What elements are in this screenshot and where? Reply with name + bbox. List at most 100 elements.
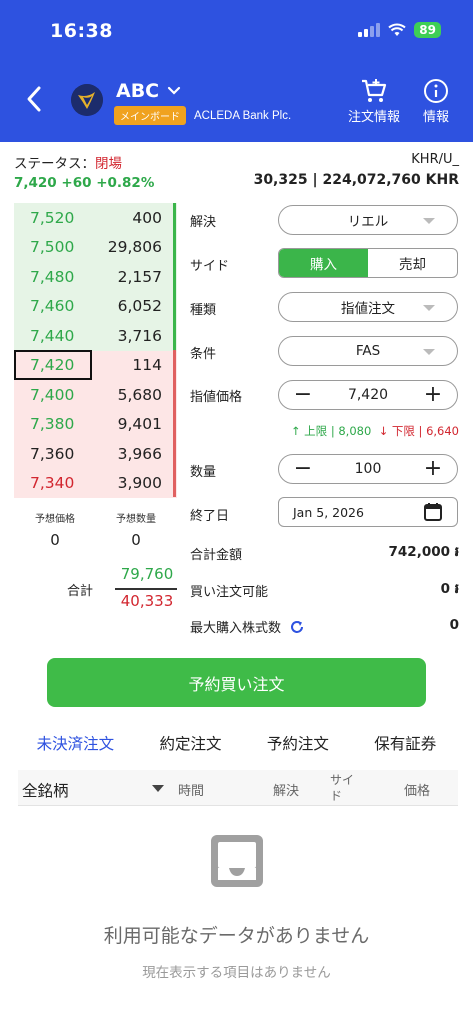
order-tabs: 未決済注文 約定注文 予約注文 保有証券 bbox=[0, 728, 473, 774]
type-select[interactable]: 指値注文 bbox=[278, 292, 458, 322]
book-row[interactable]: 7,360 3,966 bbox=[14, 439, 177, 469]
plus-icon[interactable]: + bbox=[423, 458, 443, 480]
ask-price: 7,520 bbox=[30, 208, 75, 227]
info-button[interactable]: 情報 bbox=[423, 78, 449, 125]
minus-icon[interactable]: − bbox=[293, 384, 313, 406]
settlement-select[interactable]: リエル bbox=[278, 205, 458, 235]
book-row[interactable]: 7,520 400 bbox=[14, 203, 177, 233]
dropdown-caret-icon bbox=[423, 305, 435, 311]
col-settlement: 解決 bbox=[273, 784, 300, 799]
ticker-selector[interactable]: ABC bbox=[116, 80, 181, 102]
quantity-label: 数量 bbox=[190, 465, 217, 480]
plus-icon[interactable]: + bbox=[423, 384, 443, 406]
company-logo bbox=[71, 84, 103, 116]
tab-scheduled-orders[interactable]: 予約注文 bbox=[267, 728, 329, 768]
est-qty-value: 0 bbox=[131, 531, 141, 549]
battery-icon: 89 bbox=[414, 22, 441, 38]
condition-value: FAS bbox=[355, 343, 381, 359]
ask-price: 7,480 bbox=[30, 267, 75, 286]
tab-filled-orders[interactable]: 約定注文 bbox=[160, 728, 222, 768]
ask-qty: 6,052 bbox=[117, 297, 162, 316]
clock: 16:38 bbox=[50, 20, 113, 42]
chevron-down-icon[interactable] bbox=[152, 785, 164, 792]
limit-price-stepper: − 7,420 + bbox=[278, 380, 458, 410]
chevron-down-icon bbox=[168, 86, 181, 95]
ask-qty: 2,157 bbox=[117, 267, 162, 286]
book-row[interactable]: 7,380 9,401 bbox=[14, 409, 177, 439]
total-label: 合計 bbox=[67, 584, 94, 599]
refresh-icon[interactable] bbox=[289, 619, 305, 635]
total-bid-value: 40,333 bbox=[120, 592, 174, 610]
ask-qty: 29,806 bbox=[107, 238, 162, 257]
quantity-value[interactable]: 100 bbox=[355, 461, 382, 477]
max-shares-label: 最大購入株式数 bbox=[190, 621, 282, 636]
ask-price: 7,440 bbox=[30, 326, 75, 345]
order-info-button[interactable]: 注文情報 bbox=[348, 78, 400, 125]
quantity-stepper: − 100 + bbox=[278, 454, 458, 484]
bid-qty: 3,966 bbox=[117, 444, 162, 463]
status-label: ステータス： bbox=[14, 156, 95, 172]
est-price-label: 予想価格 bbox=[35, 514, 75, 525]
ask-price: 7,460 bbox=[30, 297, 75, 316]
end-date-field[interactable]: Jan 5, 2026 bbox=[278, 497, 458, 527]
wifi-icon bbox=[388, 23, 406, 36]
max-shares-row: 最大購入株式数 bbox=[190, 617, 305, 636]
lower-limit: ↓ 下限 | 6,640 bbox=[378, 424, 459, 438]
tab-holdings[interactable]: 保有証券 bbox=[374, 728, 436, 768]
book-row[interactable]: 7,440 3,716 bbox=[14, 321, 177, 351]
dropdown-caret-icon bbox=[423, 218, 435, 224]
volume-value: 30,325 | 224,072,760 KHR bbox=[253, 172, 459, 188]
book-row[interactable]: 7,400 5,680 bbox=[14, 380, 177, 410]
price-change: 7,420 +60 +0.82% bbox=[14, 175, 155, 191]
bid-qty: 114 bbox=[132, 356, 162, 375]
condition-select[interactable]: FAS bbox=[278, 336, 458, 366]
empty-inbox-icon bbox=[211, 835, 263, 887]
back-arrow-icon[interactable] bbox=[22, 84, 46, 114]
bid-qty: 3,900 bbox=[117, 474, 162, 493]
table-header: 全銘柄 時間 解決 サイ ド 価格 bbox=[18, 770, 458, 806]
submit-order-button[interactable]: 予約買い注文 bbox=[47, 658, 426, 707]
side-label: サイド bbox=[190, 259, 230, 274]
symbol-filter[interactable]: 全銘柄 bbox=[22, 779, 69, 801]
condition-label: 条件 bbox=[190, 347, 217, 362]
type-label: 種類 bbox=[190, 303, 217, 318]
book-row[interactable]: 7,500 29,806 bbox=[14, 232, 177, 262]
market-status: ステータス：閉場 bbox=[14, 152, 122, 172]
side-buy-button[interactable]: 購入 bbox=[279, 249, 368, 277]
empty-subtitle: 現在表示する項目はありません bbox=[142, 965, 331, 981]
limit-price-value[interactable]: 7,420 bbox=[348, 387, 388, 403]
book-row[interactable]: 7,460 6,052 bbox=[14, 291, 177, 321]
signal-icon bbox=[358, 23, 381, 37]
max-shares-value: 0 bbox=[449, 617, 459, 633]
col-time: 時間 bbox=[178, 784, 205, 799]
book-row-selected[interactable]: 7,420 114 bbox=[14, 350, 177, 381]
order-info-label: 注文情報 bbox=[348, 110, 401, 125]
empty-title: 利用可能なデータがありません bbox=[103, 925, 370, 947]
settlement-value: リエル bbox=[347, 214, 389, 230]
buy-power-value: 0 ៛ bbox=[440, 581, 459, 597]
total-amount-label: 合計金額 bbox=[190, 548, 243, 563]
bid-price: 7,400 bbox=[30, 385, 75, 404]
price-limits: ↑ 上限 | 8,080 ↓ 下限 | 6,640 bbox=[291, 423, 459, 439]
ask-price: 7,500 bbox=[30, 238, 75, 257]
tab-open-orders[interactable]: 未決済注文 bbox=[30, 728, 120, 774]
limit-price-label: 指値価格 bbox=[190, 390, 243, 405]
book-row[interactable]: 7,480 2,157 bbox=[14, 262, 177, 292]
ask-volume-bar bbox=[173, 203, 176, 350]
cart-plus-icon bbox=[362, 79, 387, 102]
minus-icon[interactable]: − bbox=[293, 458, 313, 480]
side-toggle: 購入 売却 bbox=[278, 248, 458, 278]
book-row[interactable]: 7,340 3,900 bbox=[14, 468, 177, 498]
bid-price: 7,340 bbox=[30, 474, 75, 493]
settlement-label: 解決 bbox=[190, 215, 217, 230]
side-sell-button[interactable]: 売却 bbox=[368, 249, 457, 277]
total-divider bbox=[115, 588, 177, 590]
col-side: サイ ド bbox=[330, 773, 355, 803]
end-date-value: Jan 5, 2026 bbox=[293, 504, 364, 520]
dropdown-caret-icon bbox=[423, 349, 435, 355]
calendar-icon bbox=[424, 503, 442, 521]
total-amount-value: 742,000 ៛ bbox=[388, 544, 459, 560]
type-value: 指値注文 bbox=[341, 301, 395, 317]
bid-price: 7,420 bbox=[14, 350, 92, 381]
total-ask-value: 79,760 bbox=[120, 565, 174, 583]
